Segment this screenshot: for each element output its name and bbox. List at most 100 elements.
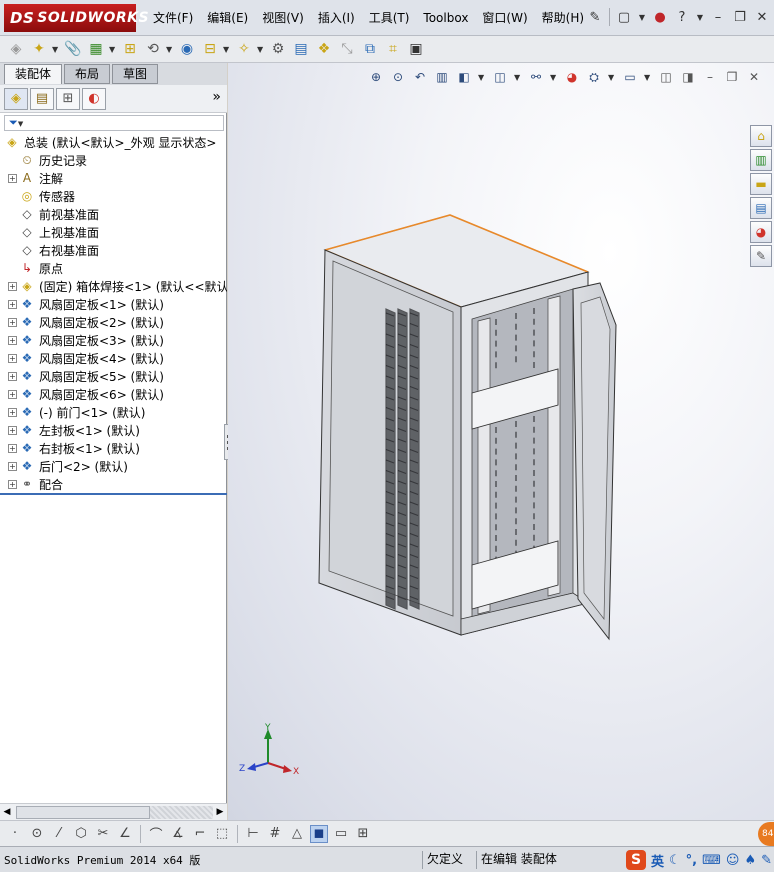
expand-icon[interactable]: +	[8, 371, 17, 381]
dynamic-annotation-icon[interactable]: ◧	[456, 69, 472, 85]
apply-scene-icon[interactable]: ⛭	[586, 69, 602, 85]
tree-item[interactable]: ◇ 上视基准面	[0, 223, 227, 241]
edit-appearance-icon[interactable]: ◕	[564, 69, 580, 85]
smart-fasteners-icon[interactable]: ⊞	[120, 39, 140, 59]
tab-layout[interactable]: 布局	[64, 64, 111, 84]
tree-item[interactable]: + ◈ (固定) 箱体焊接<1> (默认<<默认	[0, 277, 227, 295]
tree-item[interactable]: ◇ 前视基准面	[0, 205, 227, 223]
chevron-down-icon[interactable]: ▼	[478, 73, 486, 82]
expand-icon[interactable]: +	[8, 425, 17, 435]
tree-root-assembly[interactable]: ◈ 总装 (默认<默认>_外观 显示状态>	[0, 133, 227, 151]
table-icon[interactable]: ⊞	[354, 825, 372, 843]
moon-icon[interactable]: ☾	[669, 853, 681, 868]
minimize-icon[interactable]: –	[702, 69, 718, 85]
menu-insert[interactable]: 插入(I)	[311, 9, 362, 27]
display-style-icon[interactable]: ⚯	[528, 69, 544, 85]
tree-filter[interactable]: ⏷▼	[4, 115, 224, 131]
chevron-down-icon[interactable]: ▼	[608, 73, 616, 82]
skin-icon[interactable]: ♠	[744, 853, 756, 868]
tangent-icon[interactable]: ∡	[169, 825, 187, 843]
graphics-area[interactable]: Y X Z ⊕ ⊙ ↶ ▥ ◧ ▼ ◫ ▼ ⚯ ▼ ◕ ⛭ ▼ ▭ ▼ ◫ ◨ …	[228, 63, 774, 820]
minimize-icon[interactable]: –	[710, 8, 726, 26]
scroll-left-icon[interactable]: ◀	[0, 805, 14, 820]
trim-icon[interactable]: ✂	[94, 825, 112, 843]
property-manager-icon[interactable]: ▤	[30, 87, 54, 110]
menu-view[interactable]: 视图(V)	[255, 9, 311, 27]
pin-icon[interactable]: ✎	[587, 8, 603, 26]
zoom-to-fit-icon[interactable]: ⊕	[368, 69, 384, 85]
polygon-icon[interactable]: ⬡	[72, 825, 90, 843]
keyboard-icon[interactable]: ⌨	[702, 853, 721, 868]
feature-tree-icon[interactable]: ◈	[4, 87, 28, 110]
chevron-down-icon[interactable]: ▼	[166, 45, 174, 54]
linear-pattern-icon[interactable]: ▦	[86, 39, 106, 59]
chevron-down-icon[interactable]: ▼	[514, 73, 522, 82]
insert-component-icon[interactable]: ◈	[6, 39, 26, 59]
view-palette-icon[interactable]: ▤	[750, 197, 772, 219]
instant-3d-icon[interactable]: ⌗	[383, 39, 403, 59]
menu-file[interactable]: 文件(F)	[146, 9, 200, 27]
tree-item[interactable]: + ❖ 右封板<1> (默认)	[0, 439, 227, 457]
chevron-down-icon[interactable]: ▼	[638, 8, 646, 26]
rollback-bar[interactable]	[0, 493, 227, 495]
reference-geometry-icon[interactable]: ✧	[234, 39, 254, 59]
tools-icon[interactable]: ✎	[761, 853, 772, 868]
close-icon[interactable]: ✕	[754, 8, 770, 26]
help-icon[interactable]: ?	[674, 8, 690, 26]
filter-icon[interactable]: ⏷	[9, 116, 18, 129]
tree-item[interactable]: + ❖ 风扇固定板<3> (默认)	[0, 331, 227, 349]
tree-item[interactable]: + A 注解	[0, 169, 227, 187]
expand-icon[interactable]: +	[8, 461, 17, 471]
relation-icon[interactable]: △	[288, 825, 306, 843]
arc-icon[interactable]: ⌒	[147, 825, 165, 843]
expand-icon[interactable]: +	[8, 299, 17, 309]
shaded-view-icon[interactable]: ◼	[310, 824, 328, 843]
mate-icon[interactable]: 📎	[63, 39, 83, 59]
expand-icon[interactable]: +	[8, 407, 17, 417]
expand-icon[interactable]: +	[8, 335, 17, 345]
cabinet-model[interactable]	[228, 63, 774, 820]
tree-item[interactable]: ◇ 右视基准面	[0, 241, 227, 259]
tree-item[interactable]: + ❖ 后门<2> (默认)	[0, 457, 227, 475]
new-document-icon[interactable]: ▢	[616, 8, 632, 26]
expand-icon[interactable]: +	[8, 443, 17, 453]
corner-icon[interactable]: ⌐	[191, 825, 209, 843]
tree-item[interactable]: + ❖ (-) 前门<1> (默认)	[0, 403, 227, 421]
custom-properties-icon[interactable]: ✎	[750, 245, 772, 267]
restore-icon[interactable]: ❐	[724, 69, 740, 85]
chevron-down-icon[interactable]: ▼	[257, 45, 265, 54]
tree-item[interactable]: ↳ 原点	[0, 259, 227, 277]
rectangle-icon[interactable]: ⬚	[213, 825, 231, 843]
point-icon[interactable]: ·	[6, 825, 24, 843]
appearances-icon[interactable]: ◕	[750, 221, 772, 243]
file-explorer-icon[interactable]: ▬	[750, 173, 772, 195]
tree-item[interactable]: + ❖ 风扇固定板<4> (默认)	[0, 349, 227, 367]
options-icon[interactable]: ▣	[406, 39, 426, 59]
tree-item[interactable]: + ❖ 风扇固定板<5> (默认)	[0, 367, 227, 385]
chevron-down-icon[interactable]: ▼	[109, 45, 117, 54]
close-icon[interactable]: ✕	[746, 69, 762, 85]
expand-icon[interactable]: +	[8, 479, 17, 489]
explode-line-sketch-icon[interactable]: ⤡	[337, 39, 357, 59]
expand-icon[interactable]: +	[8, 173, 17, 183]
scroll-track[interactable]	[150, 805, 213, 819]
menu-help[interactable]: 帮助(H)	[535, 9, 591, 27]
new-part-icon[interactable]: ✦	[29, 39, 49, 59]
menu-edit[interactable]: 编辑(E)	[200, 9, 255, 27]
chevron-down-icon[interactable]: ▼	[52, 45, 60, 54]
chevron-down-icon[interactable]: ▼	[223, 45, 231, 54]
sogou-ime-icon[interactable]: S	[625, 850, 646, 870]
punctuation-icon[interactable]: °,	[686, 853, 697, 868]
move-component-icon[interactable]: ⟲	[143, 39, 163, 59]
horizontal-scrollbar[interactable]: ◀ ▶	[0, 803, 227, 820]
expand-icon[interactable]: +	[8, 281, 17, 291]
solidworks-resources-icon[interactable]: ⌂	[750, 125, 772, 147]
view-orientation-icon[interactable]: ◫	[492, 69, 508, 85]
scroll-thumb[interactable]	[16, 805, 150, 819]
line-icon[interactable]: ⁄	[50, 825, 68, 843]
circle-icon[interactable]: ⊙	[28, 825, 46, 843]
tree-item[interactable]: ⏲ 历史记录	[0, 151, 227, 169]
user-icon[interactable]: ☺	[726, 853, 740, 868]
display-manager-icon[interactable]: ◐	[82, 87, 106, 110]
tab-assembly[interactable]: 装配体	[4, 64, 63, 84]
